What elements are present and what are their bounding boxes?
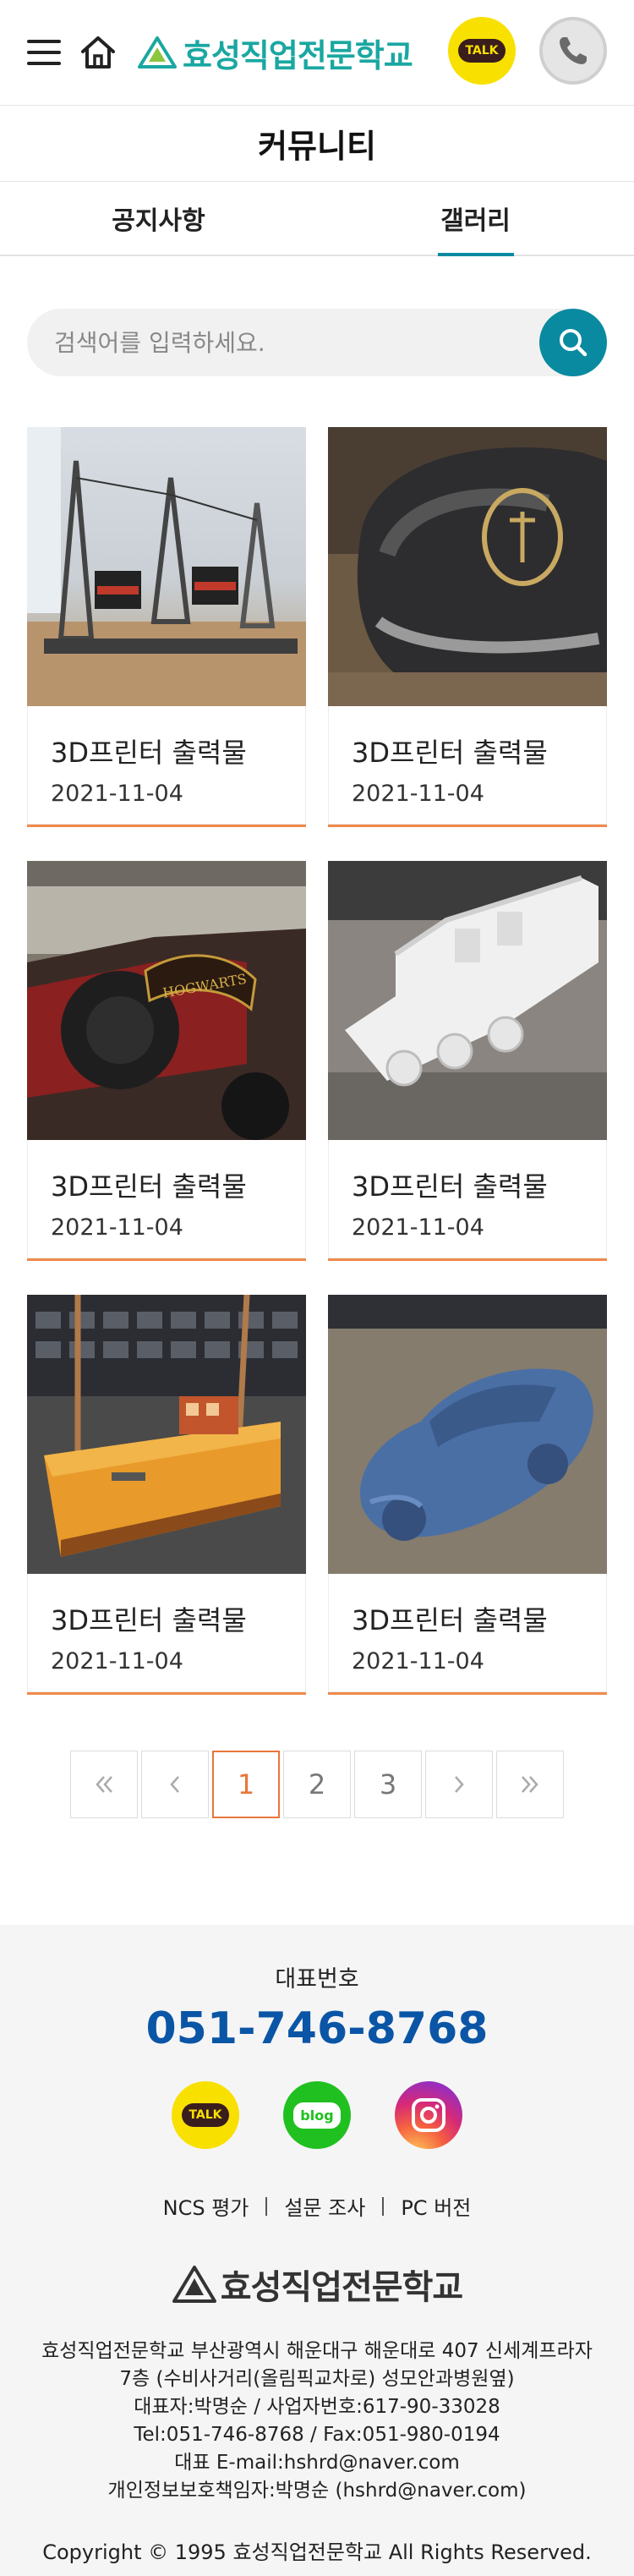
logo-text: 효성직업전문학교 xyxy=(183,36,413,74)
company-info: 효성직업전문학교 부산광역시 해운대구 해운대로 407 신세계프라자 7층 (… xyxy=(0,2338,634,2505)
last-page-button[interactable] xyxy=(496,1751,564,1818)
info-line: 효성직업전문학교 부산광역시 해운대구 해운대로 407 신세계프라자 xyxy=(41,2340,593,2362)
gallery-card-body: 3D프린터 출력물 2021-11-04 xyxy=(27,706,306,825)
gallery-grid: 3D프린터 출력물 2021-11-04 3D프린터 출력물 2021-11-0… xyxy=(0,376,634,1695)
search-icon xyxy=(560,329,588,357)
footer-logo-text: 효성직업전문학교 xyxy=(220,2268,463,2307)
ncs-evaluation-link[interactable]: NCS 평가 xyxy=(163,2191,249,2221)
footer-links: NCS 평가 설문 조사 PC 버전 xyxy=(0,2191,634,2221)
footer-logo: 효성직업전문학교 xyxy=(0,2260,634,2309)
gallery-card[interactable]: 3D프린터 출력물 2021-11-04 xyxy=(27,1295,306,1695)
logo-mark-icon xyxy=(138,36,177,69)
sns-talk-label: TALK xyxy=(182,2103,229,2127)
gallery-card-body: 3D프린터 출력물 2021-11-04 xyxy=(328,706,607,825)
gallery-card-body: 3D프린터 출력물 2021-11-04 xyxy=(27,1574,306,1692)
double-chevron-left-icon xyxy=(96,1776,112,1793)
home-icon[interactable] xyxy=(79,34,117,71)
pagination: 1 2 3 xyxy=(0,1751,634,1818)
info-line: 개인정보보호책임자:박명순 (hshrd@naver.com) xyxy=(107,2480,527,2502)
phone-call-button[interactable] xyxy=(539,17,607,85)
page-button-2[interactable]: 2 xyxy=(283,1751,351,1818)
sns-links: TALK blog xyxy=(0,2081,634,2149)
kakao-talk-link[interactable]: TALK xyxy=(172,2081,239,2149)
site-logo[interactable]: 효성직업전문학교 xyxy=(137,30,413,76)
gallery-thumbnail[interactable] xyxy=(27,1295,306,1574)
next-page-button[interactable] xyxy=(425,1751,493,1818)
gallery-card-date: 2021-11-04 xyxy=(352,1648,484,1674)
link-divider xyxy=(382,2196,385,2216)
tab-bar: 공지사항 갤러리 xyxy=(0,182,634,256)
rep-phone-label: 대표번호 xyxy=(275,1966,359,1992)
link-divider xyxy=(265,2196,268,2216)
double-chevron-right-icon xyxy=(522,1776,538,1793)
page-button-3[interactable]: 3 xyxy=(354,1751,422,1818)
hamburger-menu-icon[interactable] xyxy=(27,37,61,68)
gallery-card-body: 3D프린터 출력물 2021-11-04 xyxy=(328,1574,607,1692)
info-line: Tel:051-746-8768 / Fax:051-980-0194 xyxy=(134,2424,500,2446)
blog-link[interactable]: blog xyxy=(283,2081,351,2149)
kakao-talk-button[interactable]: TALK xyxy=(448,17,516,85)
gallery-thumbnail[interactable] xyxy=(328,861,607,1140)
sns-blog-label: blog xyxy=(293,2102,341,2129)
site-footer: 대표번호 051-746-8768 TALK blog NCS 평가 설문 조사… xyxy=(0,1925,634,2576)
gallery-card-title: 3D프린터 출력물 xyxy=(352,737,548,769)
gallery-card-title: 3D프린터 출력물 xyxy=(352,1604,548,1636)
gallery-thumbnail[interactable] xyxy=(27,427,306,706)
search-bar xyxy=(27,309,607,376)
gallery-card-date: 2021-11-04 xyxy=(51,1214,183,1241)
phone-icon xyxy=(560,37,587,64)
instagram-link[interactable] xyxy=(395,2081,462,2149)
search-input[interactable] xyxy=(27,328,607,357)
gallery-card-date: 2021-11-04 xyxy=(352,781,484,807)
gallery-thumbnail[interactable] xyxy=(328,427,607,706)
copyright: Copyright © 1995 효성직업전문학교 All Rights Res… xyxy=(42,2540,592,2564)
gallery-card-title: 3D프린터 출력물 xyxy=(51,1170,247,1203)
gallery-card-title: 3D프린터 출력물 xyxy=(51,1604,247,1636)
page-button-1[interactable]: 1 xyxy=(212,1751,280,1818)
gallery-card[interactable]: HOGWARTS 3D프린터 출력물 2021-11-04 xyxy=(27,861,306,1261)
info-line: 대표 E-mail:hshrd@naver.com xyxy=(174,2452,460,2474)
search-button[interactable] xyxy=(539,309,607,376)
survey-link[interactable]: 설문 조사 xyxy=(284,2191,365,2221)
talk-label: TALK xyxy=(458,39,506,63)
gallery-card-date: 2021-11-04 xyxy=(51,781,183,807)
info-line: 7층 (수비사거리(올림픽교차로) 성모안과병원옆) xyxy=(119,2368,515,2390)
site-header: 효성직업전문학교 TALK xyxy=(0,0,634,106)
instagram-icon xyxy=(412,2098,445,2132)
page-title: 커뮤니티 xyxy=(0,106,634,182)
chevron-right-icon xyxy=(455,1776,464,1793)
rep-phone-number[interactable]: 051-746-8768 xyxy=(0,2003,634,2054)
gallery-card-date: 2021-11-04 xyxy=(352,1214,484,1241)
gallery-card[interactable]: 3D프린터 출력물 2021-11-04 xyxy=(328,427,607,827)
tab-gallery[interactable]: 갤러리 xyxy=(317,182,634,255)
gallery-card[interactable]: 3D프린터 출력물 2021-11-04 xyxy=(328,1295,607,1695)
gallery-thumbnail[interactable] xyxy=(328,1295,607,1574)
gallery-thumbnail[interactable]: HOGWARTS xyxy=(27,861,306,1140)
chevron-left-icon xyxy=(170,1776,179,1793)
gallery-card-body: 3D프린터 출력물 2021-11-04 xyxy=(27,1140,306,1258)
prev-page-button[interactable] xyxy=(141,1751,209,1818)
gallery-card[interactable]: 3D프린터 출력물 2021-11-04 xyxy=(27,427,306,827)
first-page-button[interactable] xyxy=(70,1751,138,1818)
gallery-card-title: 3D프린터 출력물 xyxy=(51,737,247,769)
tab-notice[interactable]: 공지사항 xyxy=(0,182,317,255)
info-line: 대표자:박명순 / 사업자번호:617-90-33028 xyxy=(134,2396,500,2418)
gallery-card[interactable]: 3D프린터 출력물 2021-11-04 xyxy=(328,861,607,1261)
gallery-card-body: 3D프린터 출력물 2021-11-04 xyxy=(328,1140,607,1258)
pc-version-link[interactable]: PC 버전 xyxy=(401,2191,471,2221)
gallery-card-title: 3D프린터 출력물 xyxy=(352,1170,548,1203)
footer-logo-mark-icon xyxy=(172,2266,216,2303)
gallery-card-date: 2021-11-04 xyxy=(51,1648,183,1674)
